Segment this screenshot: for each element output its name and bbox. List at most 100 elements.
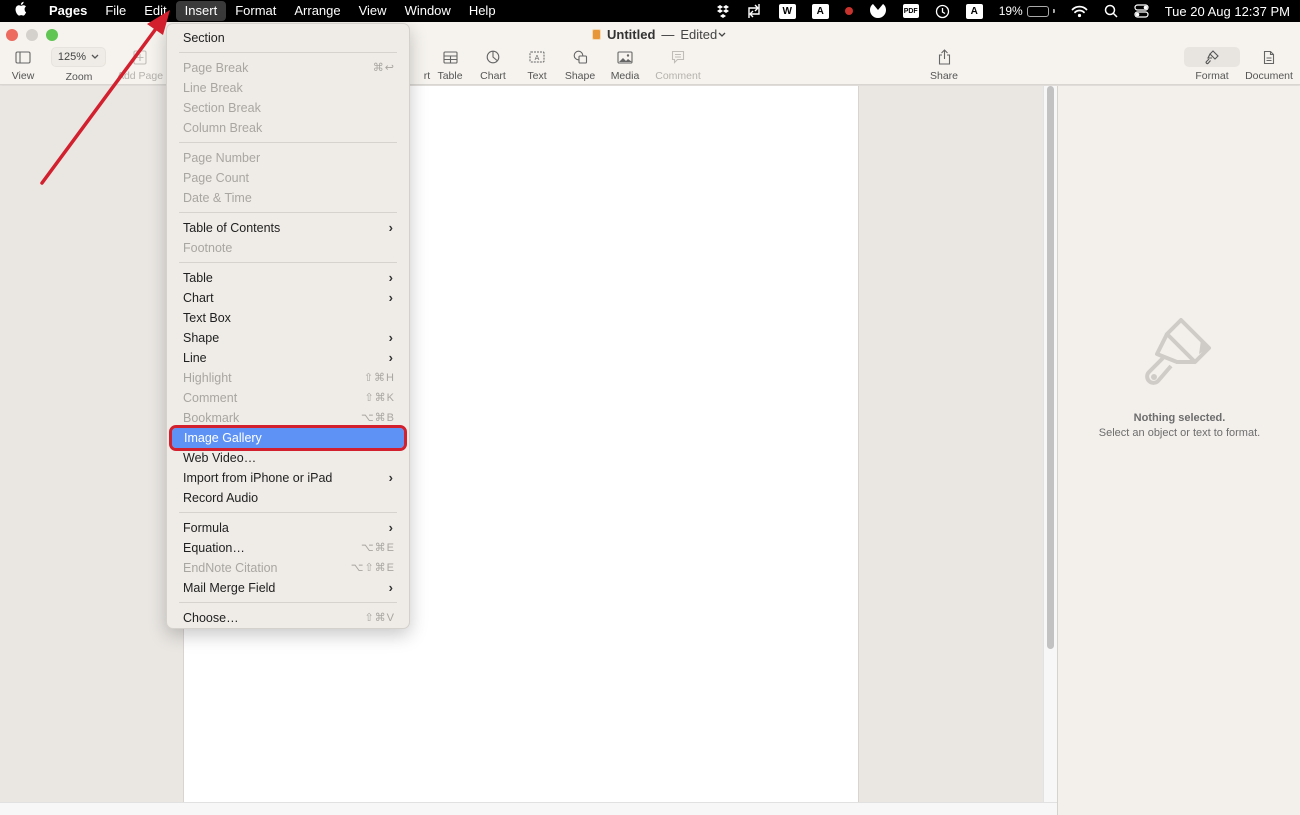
- menu-separator: [179, 512, 397, 513]
- spotlight-search-icon[interactable]: [1104, 0, 1118, 22]
- menu-item-label: Equation…: [183, 541, 245, 555]
- document-canvas[interactable]: [0, 86, 1045, 802]
- sync-icon[interactable]: [745, 0, 763, 22]
- control-center-icon[interactable]: [1134, 0, 1149, 22]
- table-label: Table: [437, 70, 463, 82]
- sidebar-icon: [15, 49, 31, 65]
- menu-separator: [179, 212, 397, 213]
- menu-item-image-gallery[interactable]: Image Gallery: [169, 425, 407, 451]
- menu-item-text-box[interactable]: Text Box: [171, 308, 405, 328]
- menu-item-record-audio[interactable]: Record Audio: [171, 488, 405, 508]
- menu-item-formula[interactable]: Formula ›: [171, 518, 405, 538]
- menu-help[interactable]: Help: [460, 1, 505, 21]
- chevron-right-icon: ›: [388, 520, 393, 535]
- document-title[interactable]: Untitled — Edited: [592, 27, 726, 42]
- menu-item-shortcut: ⇧⌘K: [364, 392, 395, 404]
- menu-item-label: Record Audio: [183, 491, 259, 505]
- view-button[interactable]: View: [0, 49, 51, 82]
- menu-item-endnote-citation[interactable]: EndNote Citation ⌥⇧⌘E: [171, 558, 405, 578]
- minimize-window-button[interactable]: [26, 29, 38, 41]
- menu-separator: [179, 602, 397, 603]
- menu-item-highlight[interactable]: Highlight ⇧⌘H: [171, 368, 405, 388]
- add-page-button[interactable]: Add Page: [112, 49, 168, 82]
- malwarebytes-icon[interactable]: [869, 0, 887, 22]
- menu-item-comment[interactable]: Comment ⇧⌘K: [171, 388, 405, 408]
- chart-label: Chart: [480, 70, 506, 82]
- menu-item-choose[interactable]: Choose… ⇧⌘V: [171, 608, 405, 628]
- menu-item-label: Page Number: [183, 151, 261, 165]
- document-button[interactable]: Document: [1241, 49, 1297, 82]
- menu-item-label: Mail Merge Field: [183, 581, 276, 595]
- menu-item-chart[interactable]: Chart ›: [171, 288, 405, 308]
- media-button[interactable]: Media: [597, 49, 653, 82]
- menu-edit[interactable]: Edit: [135, 1, 175, 21]
- menu-view[interactable]: View: [350, 1, 396, 21]
- table-icon: [442, 49, 458, 65]
- menu-item-label: Date & Time: [183, 191, 252, 205]
- format-button[interactable]: Format: [1184, 49, 1240, 82]
- menu-insert[interactable]: Insert: [175, 1, 227, 21]
- title-separator: —: [661, 27, 675, 42]
- menu-item-section-break[interactable]: Section Break: [171, 98, 405, 118]
- menu-item-date-time[interactable]: Date & Time: [171, 188, 405, 208]
- menu-item-label: Choose…: [183, 611, 239, 625]
- share-button[interactable]: Share: [916, 49, 972, 82]
- menu-item-table-of-contents[interactable]: Table of Contents ›: [171, 218, 405, 238]
- document-icon: [1263, 49, 1275, 65]
- inspector-empty-state: Nothing selected. Select an object or te…: [1058, 314, 1300, 439]
- menu-item-bookmark[interactable]: Bookmark ⌥⌘B: [171, 408, 405, 428]
- menu-item-label: Bookmark: [183, 411, 240, 425]
- menu-item-equation[interactable]: Equation… ⌥⌘E: [171, 538, 405, 558]
- menu-item-shape[interactable]: Shape ›: [171, 328, 405, 348]
- vertical-scrollbar[interactable]: [1043, 86, 1057, 802]
- menu-arrange[interactable]: Arrange: [285, 1, 349, 21]
- text-app-icon[interactable]: A: [811, 0, 829, 22]
- menu-item-section[interactable]: Section: [171, 28, 405, 48]
- menu-item-mail-merge-field[interactable]: Mail Merge Field ›: [171, 578, 405, 598]
- menu-format[interactable]: Format: [226, 1, 285, 21]
- menu-item-line-break[interactable]: Line Break: [171, 78, 405, 98]
- window-controls: [6, 29, 58, 41]
- menu-item-web-video[interactable]: Web Video…: [171, 448, 405, 468]
- zoom-dropdown[interactable]: 125%: [51, 47, 106, 67]
- menu-separator: [179, 142, 397, 143]
- apple-menu-icon[interactable]: [0, 1, 40, 21]
- menu-window[interactable]: Window: [396, 1, 460, 21]
- text-box-icon: A: [529, 49, 545, 65]
- time-machine-icon[interactable]: [935, 0, 950, 22]
- document-name: Untitled: [607, 27, 656, 42]
- view-label: View: [11, 70, 35, 82]
- notification-dot-icon[interactable]: [844, 0, 853, 22]
- menu-item-footnote[interactable]: Footnote: [171, 238, 405, 258]
- menu-item-label: Comment: [183, 391, 238, 405]
- menu-item-line[interactable]: Line ›: [171, 348, 405, 368]
- input-source-icon[interactable]: A: [965, 0, 983, 22]
- nothing-selected-title: Nothing selected.: [1133, 412, 1226, 424]
- menu-item-column-break[interactable]: Column Break: [171, 118, 405, 138]
- menu-clock[interactable]: Tue 20 Aug 12:37 PM: [1165, 4, 1290, 19]
- menu-item-import-from-iphone-or-ipad[interactable]: Import from iPhone or iPad ›: [171, 468, 405, 488]
- menu-item-shortcut: ⌘↩: [372, 62, 395, 74]
- menu-item-page-count[interactable]: Page Count: [171, 168, 405, 188]
- media-icon: [617, 49, 633, 65]
- scrollbar-thumb[interactable]: [1047, 86, 1054, 649]
- close-window-button[interactable]: [6, 29, 18, 41]
- menu-item-page-number[interactable]: Page Number: [171, 148, 405, 168]
- horizontal-scrollbar[interactable]: [0, 802, 1057, 815]
- dropbox-icon[interactable]: [716, 0, 729, 22]
- wps-icon[interactable]: W: [778, 0, 796, 22]
- comment-button[interactable]: Comment: [650, 49, 706, 82]
- menu-item-label: Shape: [183, 331, 220, 345]
- chevron-down-icon: [91, 54, 99, 59]
- menu-item-label: Section: [183, 31, 225, 45]
- wifi-icon[interactable]: [1071, 0, 1088, 22]
- fullscreen-window-button[interactable]: [46, 29, 58, 41]
- menu-pages[interactable]: Pages: [40, 1, 96, 21]
- comment-label: Comment: [655, 70, 701, 82]
- pdf-icon[interactable]: PDF: [902, 0, 919, 22]
- battery-indicator[interactable]: 19%: [999, 0, 1055, 22]
- menu-item-label: Section Break: [183, 101, 261, 115]
- menu-item-table[interactable]: Table ›: [171, 268, 405, 288]
- menu-item-page-break[interactable]: Page Break ⌘↩: [171, 58, 405, 78]
- menu-file[interactable]: File: [96, 1, 135, 21]
